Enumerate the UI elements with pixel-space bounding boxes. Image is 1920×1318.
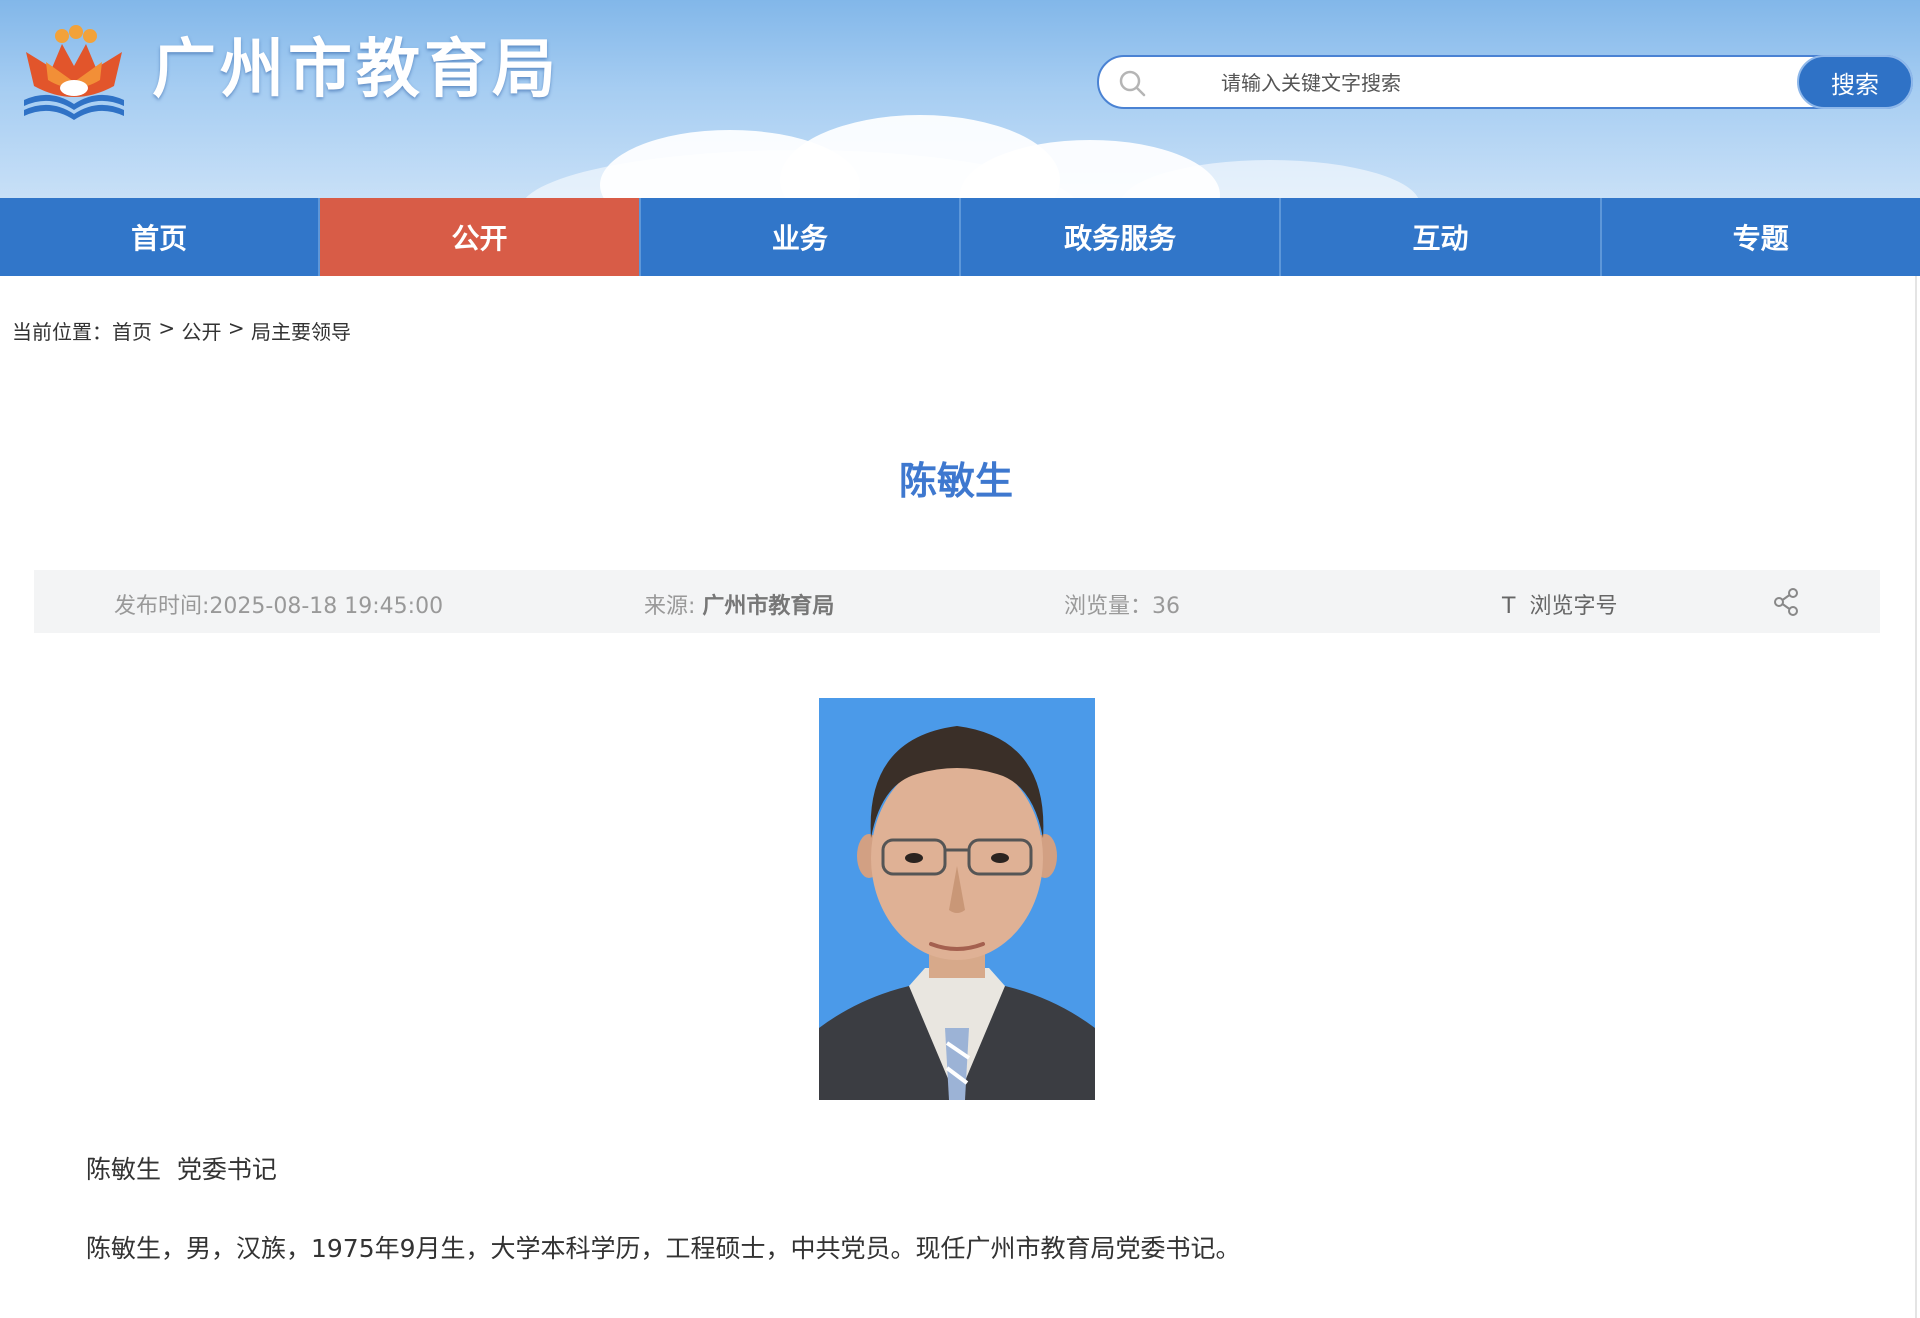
nav-item-interaction[interactable]: 互动	[1281, 198, 1602, 276]
site-title[interactable]: 广州市教育局	[152, 28, 560, 112]
share-icon[interactable]	[1772, 587, 1800, 617]
breadcrumb: 当前位置： 首页 > 公开 > 局主要领导	[12, 316, 351, 345]
header-banner: 广州市教育局 搜索	[0, 0, 1920, 198]
breadcrumb-prefix: 当前位置：	[12, 320, 112, 344]
article-meta-bar: 发布时间:2025-08-18 19:45:00 来源: 广州市教育局 浏览量：…	[34, 570, 1880, 633]
source-value: 广州市教育局	[702, 594, 835, 619]
nav-item-public[interactable]: 公开	[320, 198, 641, 276]
portrait-photo	[819, 698, 1095, 1100]
photo-caption: 陈敏生 党委书记	[86, 1155, 277, 1184]
search-box: 搜索	[1097, 55, 1913, 109]
breadcrumb-separator: >	[221, 316, 251, 340]
views-label: 浏览量：	[1064, 594, 1153, 619]
biography-text: 陈敏生，男，汉族，1975年9月生，大学本科学历，工程硕士，中共党员。现任广州市…	[86, 1234, 1241, 1263]
search-input[interactable]	[1219, 65, 1783, 101]
source: 来源: 广州市教育局	[644, 588, 834, 620]
nav-item-home[interactable]: 首页	[0, 198, 321, 276]
nav-item-business[interactable]: 业务	[640, 198, 961, 276]
publish-time: 发布时间:2025-08-18 19:45:00	[114, 594, 444, 619]
font-size-toggle[interactable]: T 浏览字号	[1502, 588, 1617, 620]
page-title: 陈敏生	[898, 459, 1013, 503]
nav-item-topics[interactable]: 专题	[1601, 198, 1920, 276]
source-label: 来源:	[644, 594, 703, 619]
breadcrumb-link-leaders[interactable]: 局主要领导	[251, 316, 351, 345]
main-nav: 首页 公开 业务 政务服务 互动 专题	[0, 198, 1920, 276]
search-button[interactable]: 搜索	[1797, 55, 1913, 109]
breadcrumb-link-home[interactable]: 首页	[112, 316, 152, 345]
font-size-label: 浏览字号	[1529, 594, 1618, 619]
font-size-icon: T	[1502, 594, 1516, 619]
breadcrumb-separator: >	[152, 316, 182, 340]
breadcrumb-link-public[interactable]: 公开	[181, 316, 221, 345]
page-edge-divider	[1915, 276, 1917, 1318]
view-count: 浏览量：36	[1064, 588, 1180, 620]
search-icon	[1119, 70, 1146, 97]
views-value: 36	[1152, 594, 1181, 619]
education-bureau-logo[interactable]	[16, 22, 132, 128]
nav-item-gov-services[interactable]: 政务服务	[960, 198, 1282, 276]
